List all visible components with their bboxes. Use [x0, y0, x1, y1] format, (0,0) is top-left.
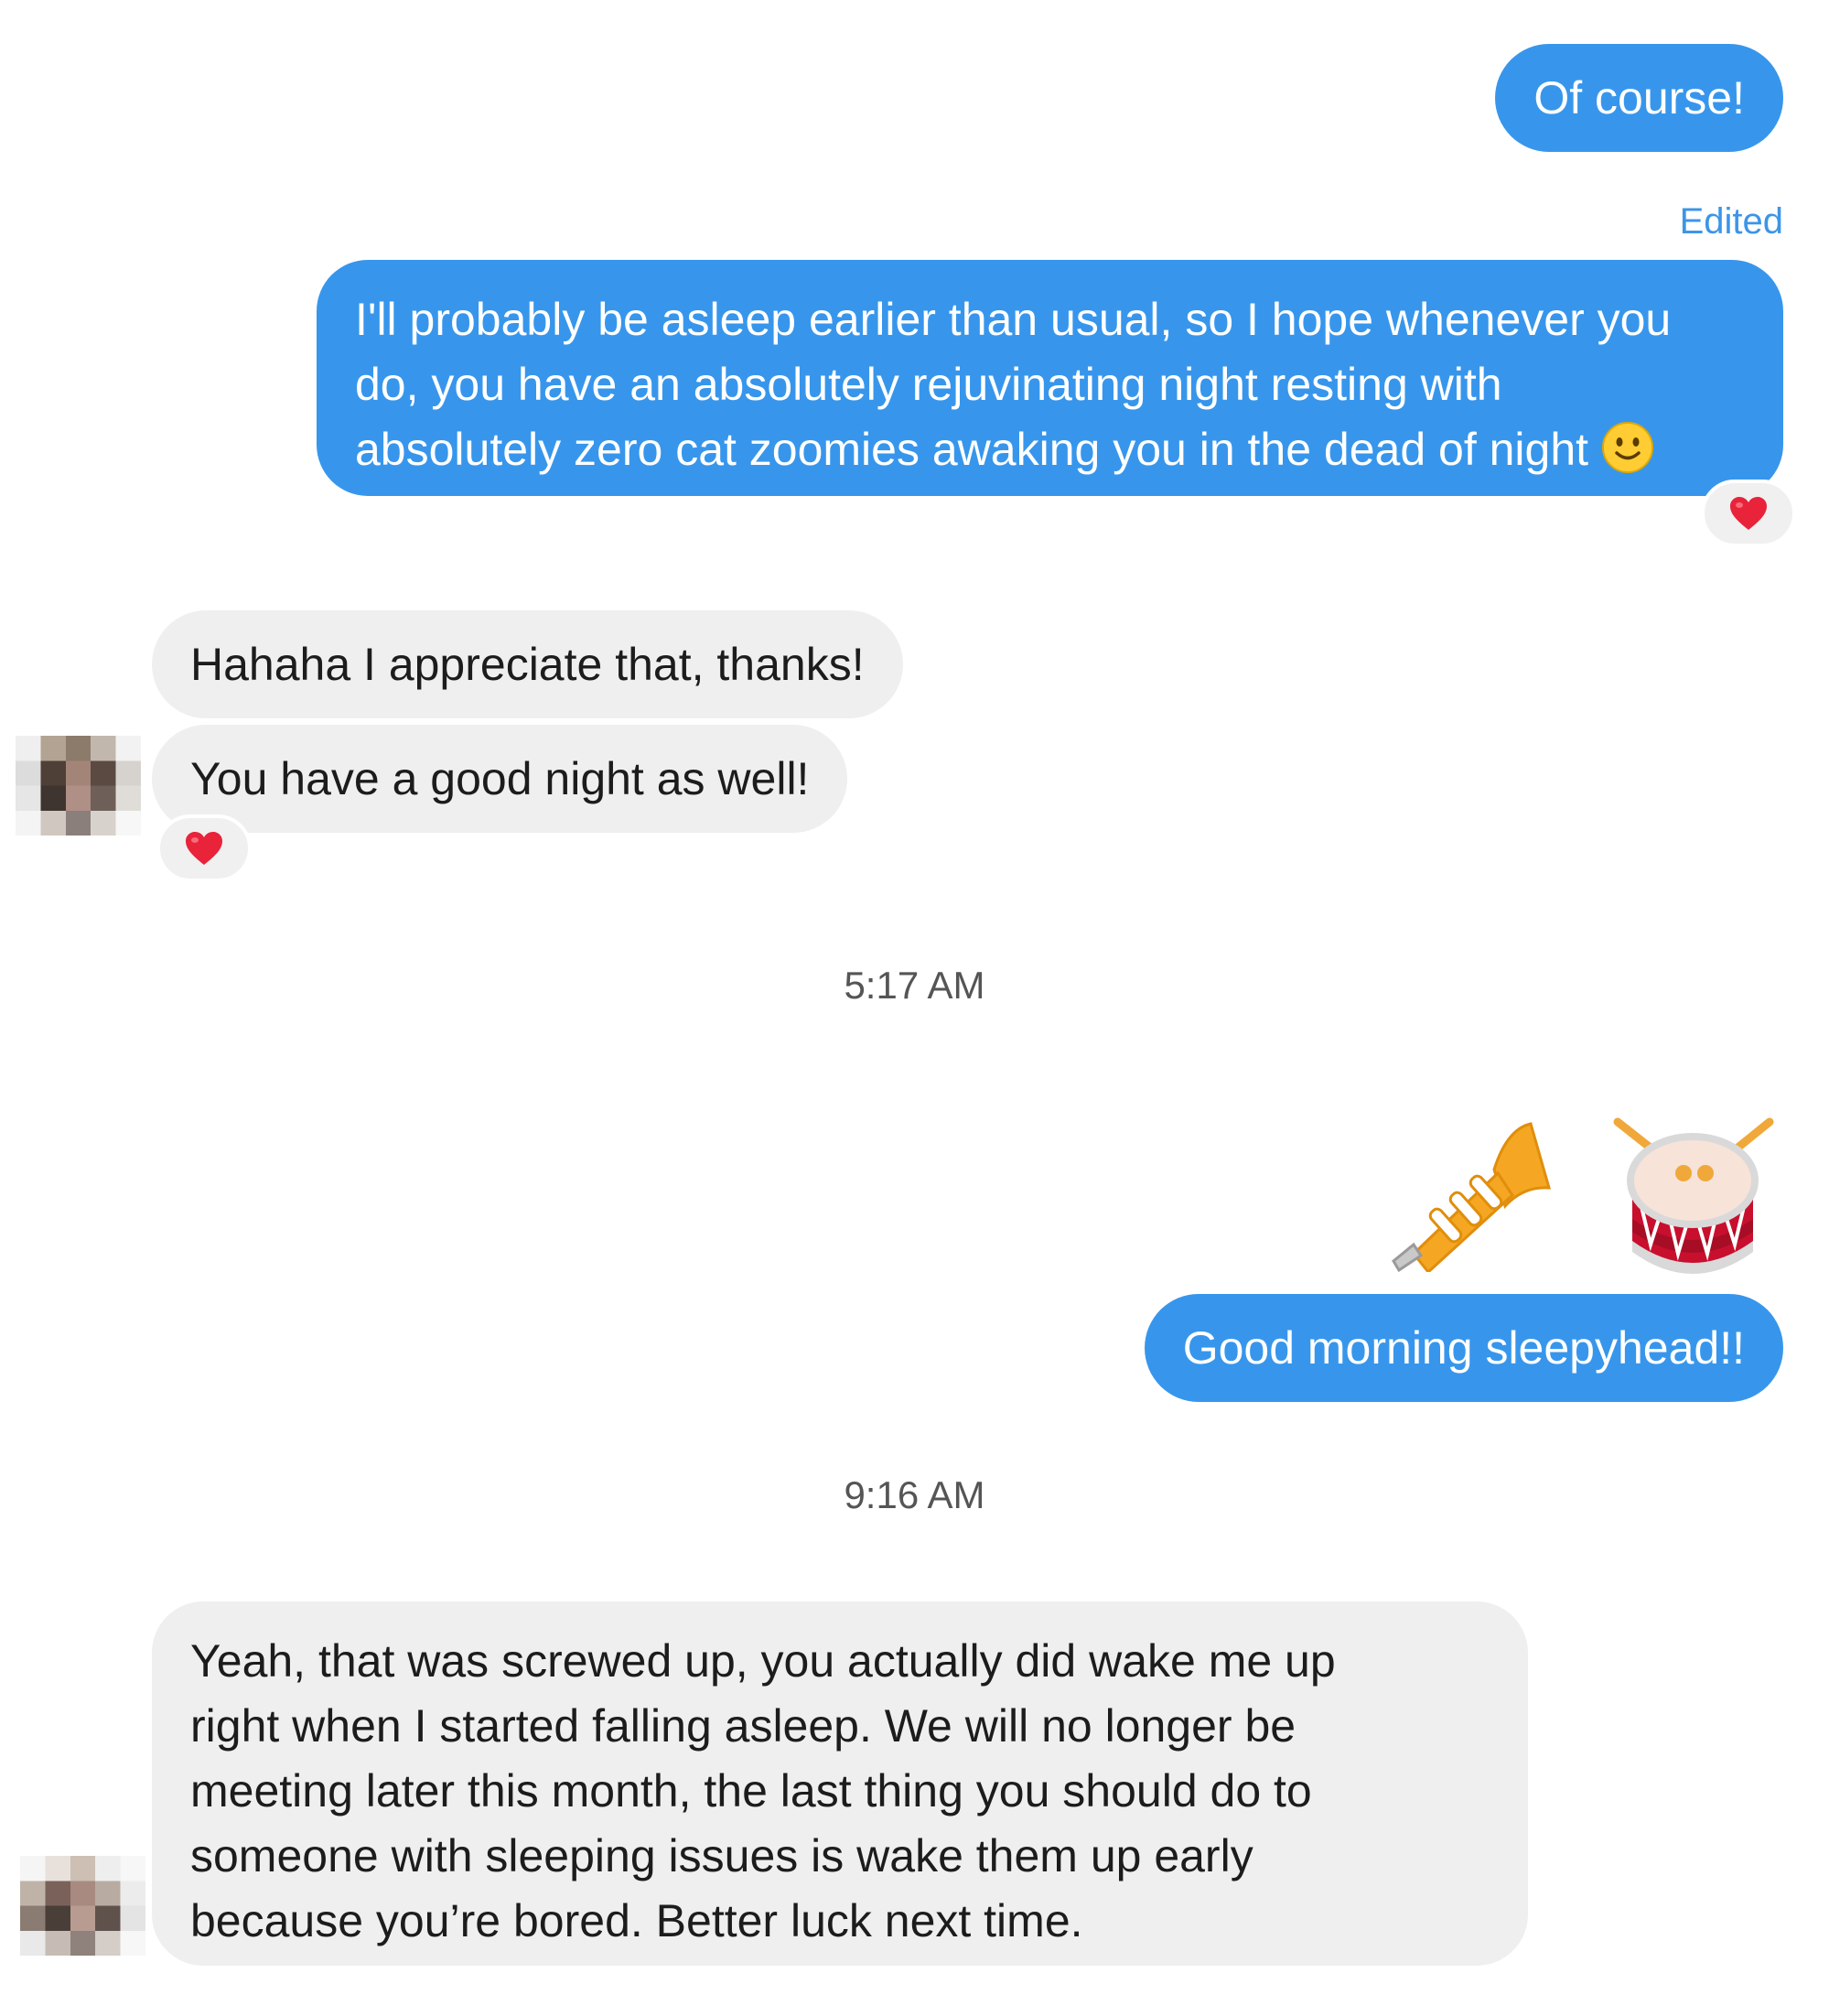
message-timestamp: 9:16 AM — [844, 1473, 985, 1516]
edited-label[interactable]: Edited — [1680, 201, 1783, 243]
message-text: Hahaha I appreciate that, thanks! — [190, 638, 865, 690]
message-line: because you’re bored. Better luck next t… — [190, 1895, 1083, 1946]
reaction-badge[interactable] — [156, 814, 252, 882]
message-line: meeting later this month, the last thing… — [190, 1765, 1312, 1817]
message-line: Yeah, that was screwed up, you actually … — [190, 1635, 1336, 1687]
incoming-message-bubble[interactable]: Yeah, that was screwed up, you actually … — [152, 1601, 1528, 1966]
reaction-badge[interactable] — [1701, 480, 1796, 547]
outgoing-message-bubble[interactable]: I'll probably be asleep earlier than usu… — [317, 260, 1783, 496]
drum-icon[interactable] — [1610, 1116, 1775, 1281]
message-timestamp: 5:17 AM — [844, 964, 985, 1007]
message-text: Good morning sleepyhead!! — [1182, 1321, 1745, 1374]
message-line: I'll probably be asleep earlier than usu… — [355, 294, 1672, 345]
message-line: do, you have an absolutely rejuvinating … — [355, 359, 1502, 410]
incoming-message-bubble[interactable]: Hahaha I appreciate that, thanks! — [152, 610, 903, 718]
trumpet-icon[interactable] — [1386, 1116, 1551, 1272]
contact-avatar[interactable] — [16, 736, 141, 836]
message-text: You have a good night as well! — [190, 752, 810, 804]
slightly-smiling-face-icon — [1601, 421, 1654, 474]
contact-avatar[interactable] — [20, 1856, 145, 1956]
outgoing-message-bubble[interactable]: Of course! — [1495, 44, 1783, 152]
incoming-message-bubble[interactable]: You have a good night as well! — [152, 725, 848, 833]
message-line: right when I started falling asleep. We … — [190, 1700, 1296, 1752]
message-text: Of course! — [1533, 71, 1745, 124]
heart-icon — [1728, 495, 1769, 532]
message-line: absolutely zero cat zoomies awaking you … — [355, 424, 1589, 475]
outgoing-message-bubble[interactable]: Good morning sleepyhead!! — [1144, 1294, 1783, 1402]
heart-icon — [184, 830, 224, 867]
message-line: someone with sleeping issues is wake the… — [190, 1830, 1253, 1881]
